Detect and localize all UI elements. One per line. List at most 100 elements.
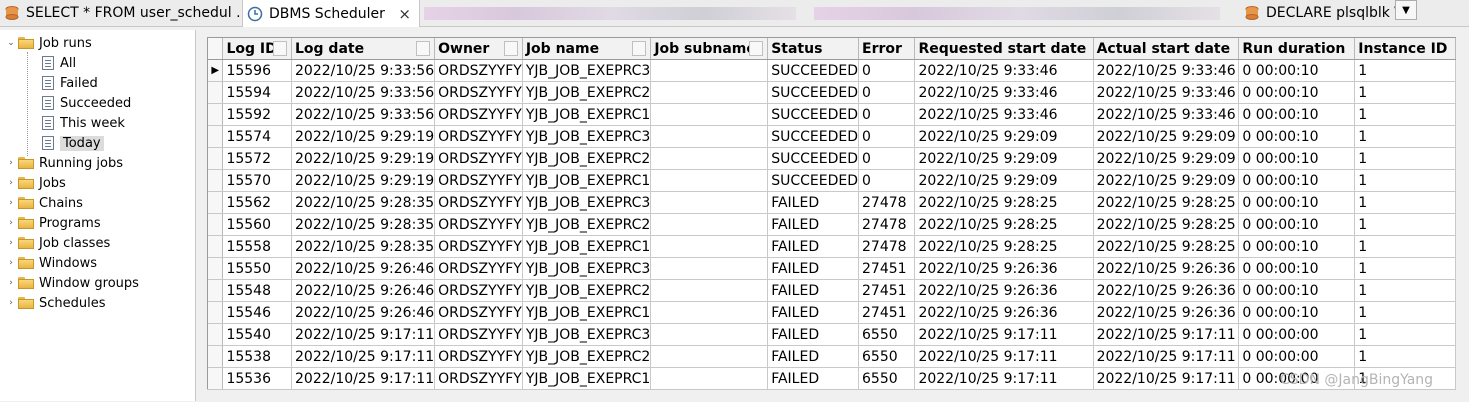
table-cell[interactable]: YJB_JOB_EXEPRC2	[522, 81, 652, 104]
table-cell[interactable]: YJB_JOB_EXEPRC3	[522, 257, 652, 280]
table-row[interactable]: 15562 2022/10/25 9:28:35 ORDSZYYFY YJB_JOB_…	[208, 191, 1456, 214]
expand-icon[interactable]: ›	[6, 258, 16, 268]
table-cell[interactable]: 27451	[858, 257, 916, 280]
table-cell[interactable]: ORDSZYYFY	[434, 213, 523, 236]
column-header[interactable]: Run duration	[1238, 38, 1356, 60]
table-cell[interactable]: 0 00:00:00	[1238, 323, 1356, 346]
table-cell[interactable]: ORDSZYYFY	[434, 59, 523, 82]
table-cell[interactable]: 2022/10/25 9:26:36	[1093, 257, 1240, 280]
tab-sql-query[interactable]: SELECT * FROM user_schedul …	[0, 0, 240, 26]
table-cell[interactable]: 2022/10/25 9:17:11	[291, 345, 436, 368]
table-cell[interactable]	[650, 191, 769, 214]
table-cell[interactable]: 2022/10/25 9:26:46	[291, 257, 436, 280]
column-filter-button[interactable]	[503, 41, 518, 56]
table-cell[interactable]: 15538	[222, 345, 292, 368]
table-cell[interactable]: 2022/10/25 9:26:46	[291, 301, 436, 324]
row-indicator[interactable]: ▶	[208, 59, 224, 82]
row-indicator[interactable]	[208, 169, 224, 192]
table-cell[interactable]	[650, 279, 769, 302]
table-cell[interactable]	[650, 169, 769, 192]
table-cell[interactable]: 1	[1354, 81, 1456, 104]
table-cell[interactable]: ORDSZYYFY	[434, 257, 523, 280]
table-cell[interactable]: 0 00:00:10	[1238, 235, 1356, 258]
row-indicator[interactable]	[208, 367, 224, 390]
row-indicator[interactable]	[208, 81, 224, 104]
table-cell[interactable]: 15546	[222, 301, 292, 324]
table-cell[interactable]: 0 00:00:10	[1238, 191, 1356, 214]
table-cell[interactable]: 1	[1354, 345, 1456, 368]
column-header[interactable]: Owner	[434, 38, 523, 60]
table-cell[interactable]: 0 00:00:10	[1238, 301, 1356, 324]
table-cell[interactable]: 27451	[858, 279, 916, 302]
expand-icon[interactable]: ›	[6, 198, 16, 208]
table-cell[interactable]: 2022/10/25 9:33:46	[1093, 103, 1240, 126]
expand-icon[interactable]: ›	[6, 158, 16, 168]
table-row[interactable]: 15592 2022/10/25 9:33:56 ORDSZYYFY YJB_JOB_…	[208, 103, 1456, 126]
table-cell[interactable]	[650, 59, 769, 82]
table-cell[interactable]: FAILED	[767, 279, 859, 302]
table-cell[interactable]: 15594	[222, 81, 292, 104]
row-indicator[interactable]	[208, 345, 224, 368]
row-indicator[interactable]	[208, 323, 224, 346]
table-cell[interactable]: 15570	[222, 169, 292, 192]
table-row[interactable]: 15570 2022/10/25 9:29:19 ORDSZYYFY YJB_JOB_…	[208, 169, 1456, 192]
column-header[interactable]: Requested start date	[914, 38, 1094, 60]
row-indicator[interactable]	[208, 235, 224, 258]
table-cell[interactable]: ORDSZYYFY	[434, 125, 523, 148]
table-row[interactable]: 15558 2022/10/25 9:28:35 ORDSZYYFY YJB_JOB_…	[208, 235, 1456, 258]
table-cell[interactable]: SUCCEEDED	[767, 169, 859, 192]
table-cell[interactable]: YJB_JOB_EXEPRC3	[522, 59, 652, 82]
table-cell[interactable]: 2022/10/25 9:17:11	[914, 367, 1094, 390]
table-cell[interactable]: 2022/10/25 9:29:19	[291, 169, 436, 192]
table-cell[interactable]: 15562	[222, 191, 292, 214]
column-header[interactable]: Status	[767, 38, 859, 60]
table-cell[interactable]: 6550	[858, 345, 916, 368]
row-indicator[interactable]	[208, 301, 224, 324]
expand-icon[interactable]: ›	[6, 178, 16, 188]
table-cell[interactable]: 2022/10/25 9:33:56	[291, 81, 436, 104]
row-indicator[interactable]	[208, 213, 224, 236]
close-icon[interactable]: ×	[398, 5, 411, 23]
table-cell[interactable]: 2022/10/25 9:28:35	[291, 191, 436, 214]
table-cell[interactable]: 2022/10/25 9:33:56	[291, 103, 436, 126]
tree-node-job-runs[interactable]: ⌄ Job runs	[6, 34, 92, 52]
table-cell[interactable]: 2022/10/25 9:28:25	[1093, 213, 1240, 236]
table-cell[interactable]: YJB_JOB_EXEPRC2	[522, 213, 652, 236]
table-cell[interactable]: FAILED	[767, 191, 859, 214]
table-row[interactable]: ▶ 15596 2022/10/25 9:33:56 ORDSZYYFY YJB_JOB…	[208, 59, 1456, 82]
table-cell[interactable]: 0 00:00:10	[1238, 59, 1356, 82]
table-cell[interactable]: FAILED	[767, 235, 859, 258]
table-cell[interactable]: 2022/10/25 9:28:25	[914, 235, 1094, 258]
table-cell[interactable]: 2022/10/25 9:33:56	[291, 59, 436, 82]
table-cell[interactable]: 15548	[222, 279, 292, 302]
table-row[interactable]: 15538 2022/10/25 9:17:11 ORDSZYYFY YJB_JOB_…	[208, 345, 1456, 368]
table-cell[interactable]	[650, 125, 769, 148]
table-cell[interactable]: 2022/10/25 9:17:11	[291, 367, 436, 390]
table-cell[interactable]: 2022/10/25 9:29:09	[914, 169, 1094, 192]
table-cell[interactable]	[650, 147, 769, 170]
table-cell[interactable]: 0 00:00:10	[1238, 147, 1356, 170]
table-row[interactable]: 15560 2022/10/25 9:28:35 ORDSZYYFY YJB_JOB_…	[208, 213, 1456, 236]
column-filter-button[interactable]	[273, 41, 287, 56]
expand-icon[interactable]: ›	[6, 218, 16, 228]
table-cell[interactable]: 1	[1354, 301, 1456, 324]
table-cell[interactable]: ORDSZYYFY	[434, 301, 523, 324]
table-cell[interactable]: 2022/10/25 9:26:36	[1093, 301, 1240, 324]
table-cell[interactable]: SUCCEEDED	[767, 59, 859, 82]
table-cell[interactable]: 0 00:00:10	[1238, 81, 1356, 104]
table-cell[interactable]: 2022/10/25 9:26:36	[914, 301, 1094, 324]
table-cell[interactable]: 0 00:00:10	[1238, 103, 1356, 126]
table-cell[interactable]: 2022/10/25 9:29:09	[1093, 169, 1240, 192]
tree-node-programs[interactable]: › Programs	[6, 214, 100, 232]
table-cell[interactable]: 2022/10/25 9:26:36	[914, 257, 1094, 280]
table-cell[interactable]: 1	[1354, 257, 1456, 280]
table-cell[interactable]: 2022/10/25 9:28:25	[914, 191, 1094, 214]
table-row[interactable]: 15546 2022/10/25 9:26:46 ORDSZYYFY YJB_JOB_…	[208, 301, 1456, 324]
table-cell[interactable]	[650, 367, 769, 390]
table-cell[interactable]: 1	[1354, 147, 1456, 170]
tree-node-schedules[interactable]: › Schedules	[6, 294, 105, 312]
table-cell[interactable]: 1	[1354, 235, 1456, 258]
table-cell[interactable]: 0 00:00:00	[1238, 345, 1356, 368]
tree-node-window-groups[interactable]: › Window groups	[6, 274, 139, 292]
column-header[interactable]: Job subname	[650, 38, 769, 60]
